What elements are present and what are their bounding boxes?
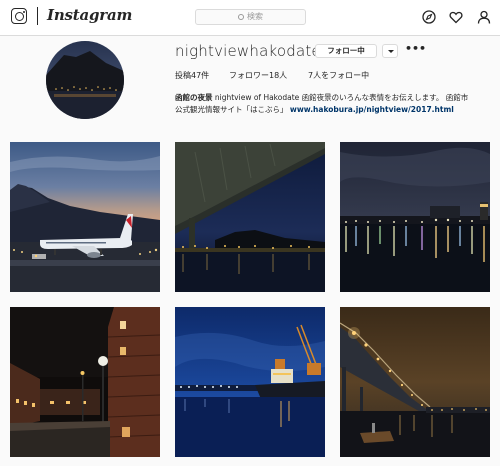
post-thumbnail-1[interactable] bbox=[10, 142, 160, 292]
following-button[interactable]: フォロー中 bbox=[315, 44, 377, 58]
search-icon bbox=[238, 14, 244, 20]
instagram-wordmark[interactable]: Instagram bbox=[47, 6, 132, 24]
search-input[interactable]: 検索 bbox=[195, 9, 306, 25]
following-count[interactable]: 7人をフォロー中 bbox=[308, 70, 369, 81]
post-thumbnail-6[interactable] bbox=[340, 307, 490, 457]
profile-person-icon[interactable] bbox=[477, 10, 491, 24]
followers-count[interactable]: フォロワー18人 bbox=[229, 70, 287, 81]
post-thumbnail-3[interactable] bbox=[340, 142, 490, 292]
bio-full-name: 函館の夜景 bbox=[175, 93, 213, 102]
bio-website-link[interactable]: www.hakobura.jp/nightview/2017.html bbox=[290, 105, 454, 114]
search-placeholder: 検索 bbox=[247, 12, 263, 21]
activity-heart-icon[interactable] bbox=[449, 10, 463, 24]
posts-count: 投稿47件 bbox=[175, 71, 210, 80]
post-thumbnail-4[interactable] bbox=[10, 307, 160, 457]
options-more-icon[interactable]: ••• bbox=[405, 42, 426, 55]
profile-username: nightviewhakodate bbox=[175, 42, 321, 60]
profile-bio: 函館の夜景 nightview of Hakodate 函館夜景のいろんな表情を… bbox=[175, 92, 475, 116]
top-navigation-bar: Instagram 検索 bbox=[0, 0, 500, 36]
instagram-camera-icon[interactable] bbox=[11, 8, 27, 24]
profile-avatar[interactable] bbox=[46, 41, 124, 119]
explore-compass-icon[interactable] bbox=[422, 10, 436, 24]
post-thumbnail-2[interactable] bbox=[175, 142, 325, 292]
logo-divider bbox=[37, 7, 38, 25]
post-thumbnail-5[interactable] bbox=[175, 307, 325, 457]
suggestions-dropdown-button[interactable] bbox=[382, 44, 398, 58]
